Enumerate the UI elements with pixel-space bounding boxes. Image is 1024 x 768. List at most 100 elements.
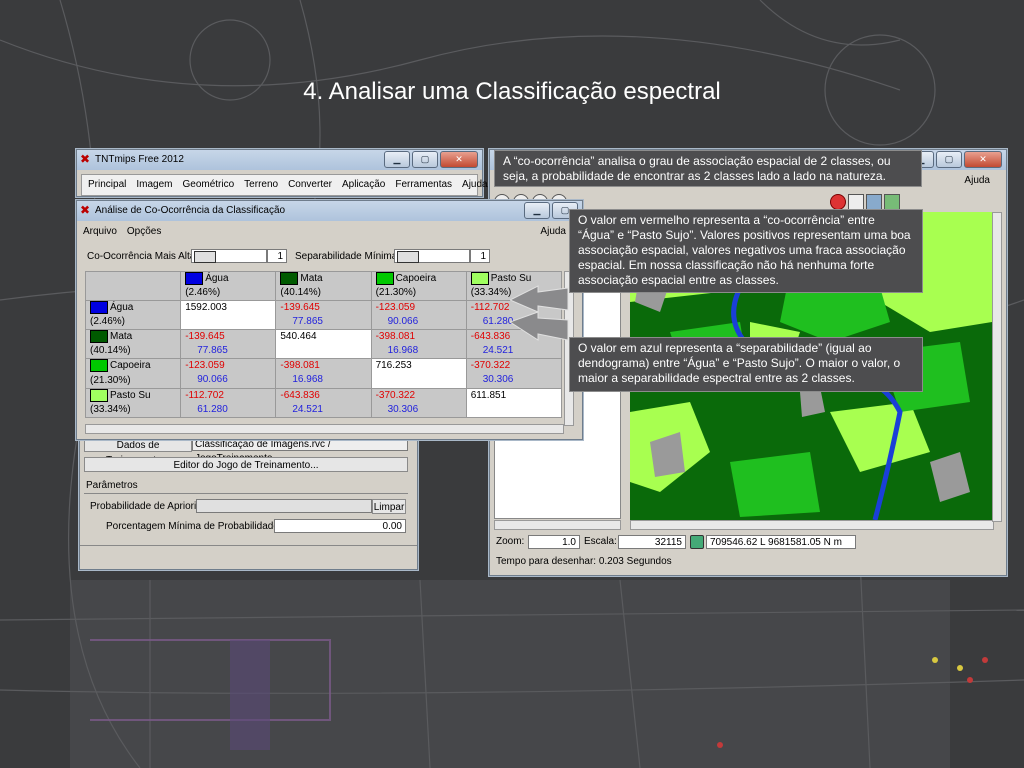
zoom-label: Zoom:: [496, 536, 525, 547]
menu-imagem[interactable]: Imagem: [136, 175, 172, 195]
min-prob-field[interactable]: 0.00: [274, 519, 406, 533]
cooccurrence-value: -370.322: [470, 360, 511, 372]
scale-field[interactable]: 32115: [618, 535, 686, 549]
viewer-menu-ajuda[interactable]: Ajuda: [964, 170, 990, 192]
viewer-toolbar-right: [790, 194, 900, 210]
sep-min-slider[interactable]: [394, 249, 470, 263]
menu-converter[interactable]: Converter: [288, 175, 332, 195]
parametros-divider: [84, 493, 408, 494]
table-row: Mata (40.14%) -139.645 77.865 540.464 -398.08…: [84, 329, 563, 360]
cooccurrence-value: -123.059: [185, 360, 225, 372]
separability-value: 61.280: [482, 316, 514, 328]
class-swatch: [90, 388, 108, 402]
cooccurrence-value: -370.322: [375, 389, 416, 401]
min-prob-label: Porcentagem Mínima de Probabilidade:: [106, 521, 282, 532]
parametros-label: Parâmetros: [86, 480, 138, 491]
prob-apriori-label: Probabilidade de Apriori:: [90, 501, 199, 512]
cooc-menu-ajuda[interactable]: Ajuda: [540, 223, 566, 241]
editor-jogo-button[interactable]: Editor do Jogo de Treinamento...: [84, 457, 408, 472]
cooccurrence-cell[interactable]: -398.081 16.968: [275, 358, 372, 389]
table-header-cell: Mata (40.14%): [275, 270, 372, 302]
main-maximize-button[interactable]: ▢: [412, 151, 438, 168]
separability-value: 90.066: [197, 374, 228, 386]
class-swatch: [375, 272, 394, 285]
diagonal-cell[interactable]: 1592.003: [180, 300, 277, 331]
legend-hscroll[interactable]: [494, 520, 621, 530]
cooccurrence-cell[interactable]: -123.059 90.066: [370, 300, 467, 331]
separability-value: 77.865: [197, 345, 228, 357]
main-minimize-button[interactable]: ▁: [384, 151, 410, 168]
stop-icon[interactable]: [830, 194, 846, 210]
arrow-to-blue-value: [510, 311, 569, 341]
tntmips-menubar: Principal Imagem Geométrico Terreno Conv…: [81, 174, 488, 196]
cooccurrence-value: -398.081: [375, 331, 416, 343]
cooccurrence-cell[interactable]: -123.059 90.066: [180, 358, 277, 389]
separability-value: 61.280: [197, 403, 228, 415]
cooc-hscroll[interactable]: [85, 424, 564, 434]
class-swatch: [90, 359, 108, 373]
viewer-hscroll[interactable]: [630, 520, 994, 530]
table-row: Capoeira (21.30%) -123.059 90.066 -398.081 16…: [84, 358, 563, 389]
callout-cooccurrence-intro: A “co-ocorrência” analisa o grau de asso…: [494, 150, 922, 187]
diagonal-cell[interactable]: 540.464: [275, 329, 372, 360]
cooccurrence-value: -643.836: [470, 331, 511, 343]
coords-field[interactable]: 709546.62 L 9681581.05 N m: [706, 535, 856, 549]
row-header-cell: Mata (40.14%): [84, 329, 182, 360]
layer-icon[interactable]: [884, 194, 900, 210]
cooccurrence-cell[interactable]: -139.645 77.865: [180, 329, 277, 360]
sep-min-field[interactable]: 1: [470, 249, 490, 263]
separability-value: 77.865: [292, 316, 323, 328]
menu-ferramentas[interactable]: Ferramentas: [395, 175, 452, 195]
menu-ajuda[interactable]: Ajuda: [462, 175, 488, 195]
cooccurrence-window: ✖ Análise de Co-Ocorrência da Classifica…: [76, 200, 583, 440]
diagonal-value: 716.253: [375, 360, 412, 372]
tntmips-logo-icon: ✖: [80, 203, 91, 217]
zoom-field[interactable]: 1.0: [528, 535, 580, 549]
tntmips-logo-icon: ✖: [80, 152, 91, 166]
cooccurrence-cell[interactable]: -112.702 61.280: [180, 387, 277, 418]
diagonal-cell[interactable]: 716.253: [370, 358, 467, 389]
draw-time-status: Tempo para desenhar: 0.203 Segundos: [496, 556, 672, 567]
diagonal-value: 1592.003: [185, 302, 227, 314]
cooc-menubar: Arquivo Opções Ajuda: [77, 223, 582, 241]
prob-apriori-field[interactable]: [196, 499, 372, 513]
tntmips-titlebar: ✖ TNTmips Free 2012 ▁ ▢ ✕: [77, 150, 482, 170]
cooc-title: Análise de Co-Ocorrência da Classificaçã…: [95, 205, 286, 216]
limpar-button[interactable]: Limpar: [372, 499, 406, 514]
grid-icon[interactable]: [866, 194, 882, 210]
diagonal-cell[interactable]: 611.851: [465, 387, 563, 418]
cooc-highest-field[interactable]: 1: [267, 249, 287, 263]
menu-terreno[interactable]: Terreno: [244, 175, 278, 195]
menu-aplicacao[interactable]: Aplicação: [342, 175, 385, 195]
class-swatch: [280, 272, 299, 285]
bottom-divider: [80, 545, 417, 546]
class-swatch: [90, 301, 108, 315]
diagonal-value: 611.851: [470, 389, 507, 401]
cooc-highest-slider[interactable]: [191, 249, 267, 263]
cooccurrence-value: -139.645: [185, 331, 225, 343]
cooccurrence-cell[interactable]: -139.645 77.865: [275, 300, 372, 331]
cooccurrence-cell[interactable]: -370.322 30.306: [465, 358, 563, 389]
find-icon[interactable]: [848, 194, 864, 210]
separability-value: 24.521: [482, 345, 514, 357]
cooccurrence-value: -398.081: [280, 360, 320, 372]
cooccurrence-cell[interactable]: -643.836 24.521: [275, 387, 372, 418]
menu-geometrico[interactable]: Geométrico: [182, 175, 234, 195]
main-close-button[interactable]: ✕: [440, 151, 478, 168]
cooccurrence-cell[interactable]: -370.322 30.306: [370, 387, 467, 418]
menu-principal[interactable]: Principal: [88, 175, 126, 195]
locate-icon[interactable]: [690, 535, 704, 549]
maximize-button[interactable]: ▢: [936, 151, 962, 168]
close-button[interactable]: ✕: [964, 151, 1002, 168]
callout-blue-value: O valor em azul representa a “separabili…: [569, 337, 923, 392]
separability-value: [376, 374, 388, 385]
arrow-to-red-value: [510, 285, 569, 313]
cooc-minimize-button[interactable]: ▁: [524, 202, 550, 219]
cooccurrence-cell[interactable]: -398.081 16.968: [370, 329, 467, 360]
cooc-menu-arquivo[interactable]: Arquivo: [83, 223, 117, 241]
viewer-vscroll[interactable]: [992, 212, 1002, 522]
row-header-cell: Água (2.46%): [84, 300, 182, 331]
cooc-menu-opcoes[interactable]: Opções: [127, 223, 161, 241]
scale-label: Escala:: [584, 536, 617, 547]
separability-value: [280, 345, 292, 356]
